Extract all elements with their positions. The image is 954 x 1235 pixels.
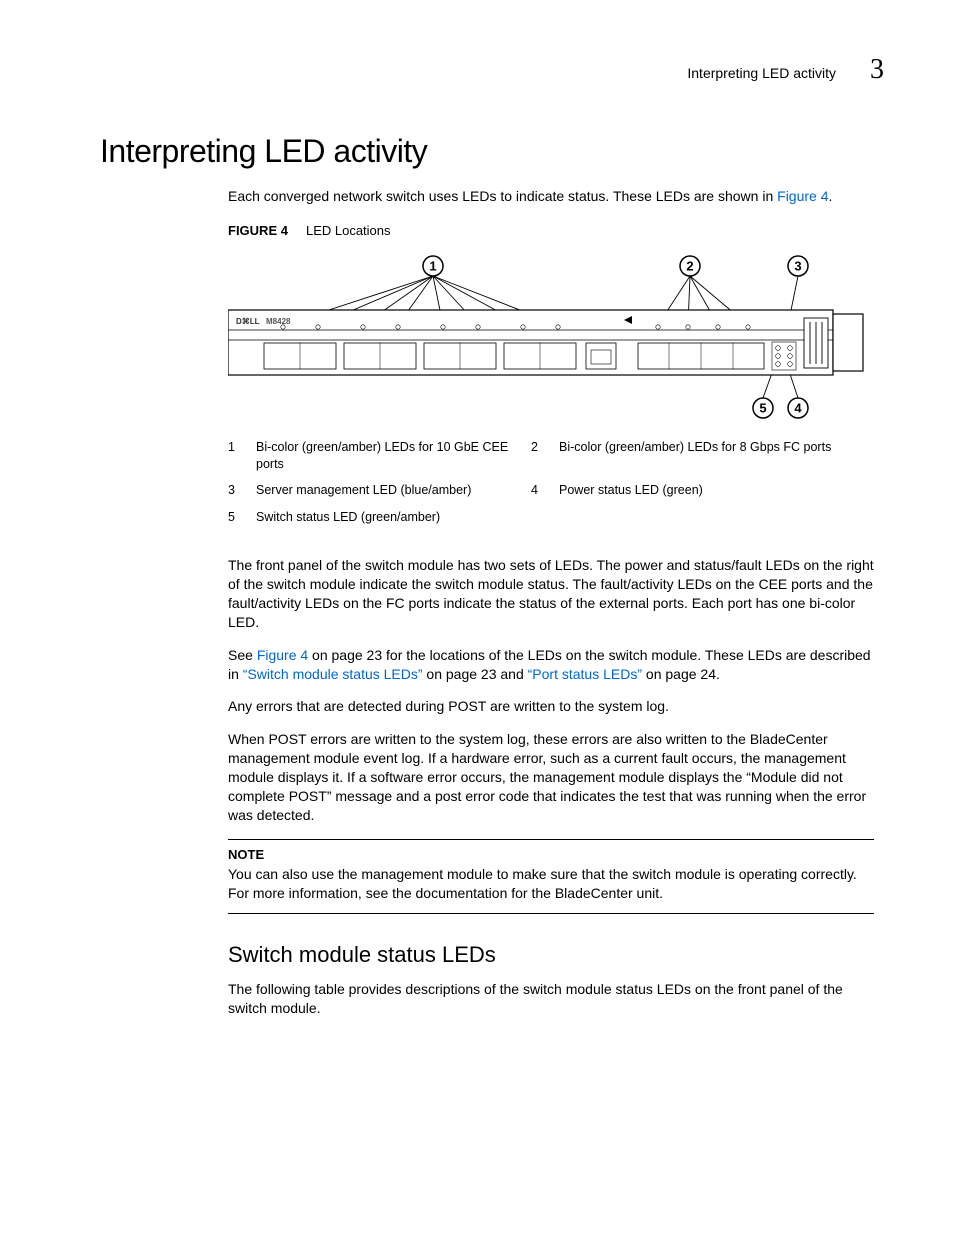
callout-5: 5 [759, 400, 766, 415]
callout-4: 4 [794, 400, 802, 415]
table-row: 5 Switch status LED (green/amber) [228, 509, 874, 536]
led-locations-diagram: 1 2 3 4 5 [228, 250, 868, 425]
port-status-leds-link[interactable]: “Port status LEDs” [528, 666, 642, 682]
chapter-number: 3 [870, 56, 884, 84]
legend-text: Bi-color (green/amber) LEDs for 8 Gbps F… [559, 439, 874, 483]
running-header: Interpreting LED activity 3 [687, 56, 884, 84]
p2-t1: See [228, 647, 257, 663]
legend-num: 2 [531, 439, 559, 483]
running-title: Interpreting LED activity [687, 64, 836, 83]
paragraph-4: When POST errors are written to the syst… [228, 730, 874, 824]
intro-text-after: . [829, 188, 833, 204]
table-row: 3 Server management LED (blue/amber) 4 P… [228, 482, 874, 509]
device-model: M8428 [266, 317, 291, 326]
section-heading: Switch module status LEDs [228, 940, 874, 970]
legend-text: Server management LED (blue/amber) [256, 482, 531, 509]
legend-text: Switch status LED (green/amber) [256, 509, 531, 536]
figure-caption: FIGURE 4 LED Locations [228, 222, 874, 240]
figure-4: 1 2 3 4 5 [228, 250, 874, 425]
figure-caption-text: LED Locations [306, 223, 391, 238]
intro-text-before: Each converged network switch uses LEDs … [228, 188, 777, 204]
callout-1: 1 [429, 258, 436, 273]
p2-t4: on page 24. [642, 666, 720, 682]
figure-link[interactable]: Figure 4 [777, 188, 828, 204]
callout-3: 3 [794, 258, 801, 273]
svg-text:D⌘LL: D⌘LL [236, 317, 260, 326]
page-title: Interpreting LED activity [100, 130, 874, 173]
paragraph-1: The front panel of the switch module has… [228, 556, 874, 632]
table-row: 1 Bi-color (green/amber) LEDs for 10 GbE… [228, 439, 874, 483]
note-block: NOTE You can also use the management mod… [228, 839, 874, 914]
paragraph-2: See Figure 4 on page 23 for the location… [228, 646, 874, 684]
figure-label: FIGURE 4 [228, 223, 288, 238]
figure-4-link[interactable]: Figure 4 [257, 647, 308, 663]
legend-num: 3 [228, 482, 256, 509]
callout-2: 2 [686, 258, 693, 273]
note-heading: NOTE [228, 846, 874, 864]
legend-text: Power status LED (green) [559, 482, 874, 509]
legend-num: 4 [531, 482, 559, 509]
legend-text: Bi-color (green/amber) LEDs for 10 GbE C… [256, 439, 531, 483]
p2-t3: on page 23 and [423, 666, 528, 682]
legend-num: 1 [228, 439, 256, 483]
intro-paragraph: Each converged network switch uses LEDs … [228, 187, 874, 206]
switch-module-status-leds-link[interactable]: “Switch module status LEDs” [243, 666, 423, 682]
body: Each converged network switch uses LEDs … [228, 187, 874, 1017]
paragraph-3: Any errors that are detected during POST… [228, 697, 874, 716]
paragraph-5: The following table provides description… [228, 980, 874, 1018]
figure-legend: 1 Bi-color (green/amber) LEDs for 10 GbE… [228, 439, 874, 537]
note-text: You can also use the management module t… [228, 865, 874, 903]
legend-num: 5 [228, 509, 256, 536]
page: Interpreting LED activity 3 Interpreting… [0, 0, 954, 1235]
